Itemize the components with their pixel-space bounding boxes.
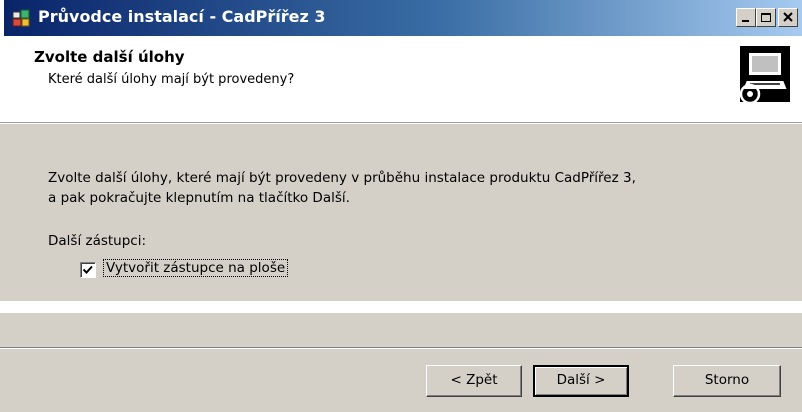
- minimize-button[interactable]: [736, 8, 756, 27]
- page-subtitle: Které další úlohy mají být provedeny?: [48, 72, 295, 87]
- computer-setup-icon: [734, 44, 794, 105]
- maximize-icon: [761, 13, 771, 22]
- title-bar[interactable]: Průvodce instalací - CadPřířez 3: [4, 0, 802, 36]
- maximize-button[interactable]: [756, 8, 776, 27]
- scroll-gap: [0, 301, 802, 313]
- wizard-footer: < Zpět Další > Storno: [0, 313, 802, 412]
- minimize-icon: [742, 20, 749, 22]
- shortcuts-group-label: Další zástupci:: [48, 233, 147, 249]
- close-button[interactable]: [778, 8, 798, 27]
- checkmark-icon: [82, 265, 93, 274]
- next-button[interactable]: Další >: [533, 365, 629, 397]
- wizard-header: Zvolte další úlohy Které další úlohy maj…: [0, 36, 802, 122]
- back-button[interactable]: < Zpět: [426, 365, 522, 397]
- installer-window: Průvodce instalací - CadPřířez 3 Zvolte …: [0, 0, 802, 412]
- page-title: Zvolte další úlohy: [34, 48, 185, 66]
- installer-icon: [12, 9, 30, 27]
- close-icon: [783, 12, 793, 22]
- desktop-shortcut-checkbox[interactable]: [80, 262, 96, 278]
- footer-divider: [0, 347, 802, 349]
- wizard-content: Zvolte další úlohy, které mají být prove…: [0, 124, 802, 301]
- window-title: Průvodce instalací - CadPřířez 3: [38, 7, 326, 26]
- desktop-shortcut-label[interactable]: Vytvořit zástupce na ploše: [102, 259, 289, 277]
- cancel-button[interactable]: Storno: [673, 365, 781, 397]
- description-line-1: Zvolte další úlohy, které mají být prove…: [48, 170, 636, 186]
- description-line-2: a pak pokračujte klepnutím na tlačítko D…: [48, 190, 350, 206]
- task-description: Zvolte další úlohy, které mají být prove…: [48, 168, 788, 208]
